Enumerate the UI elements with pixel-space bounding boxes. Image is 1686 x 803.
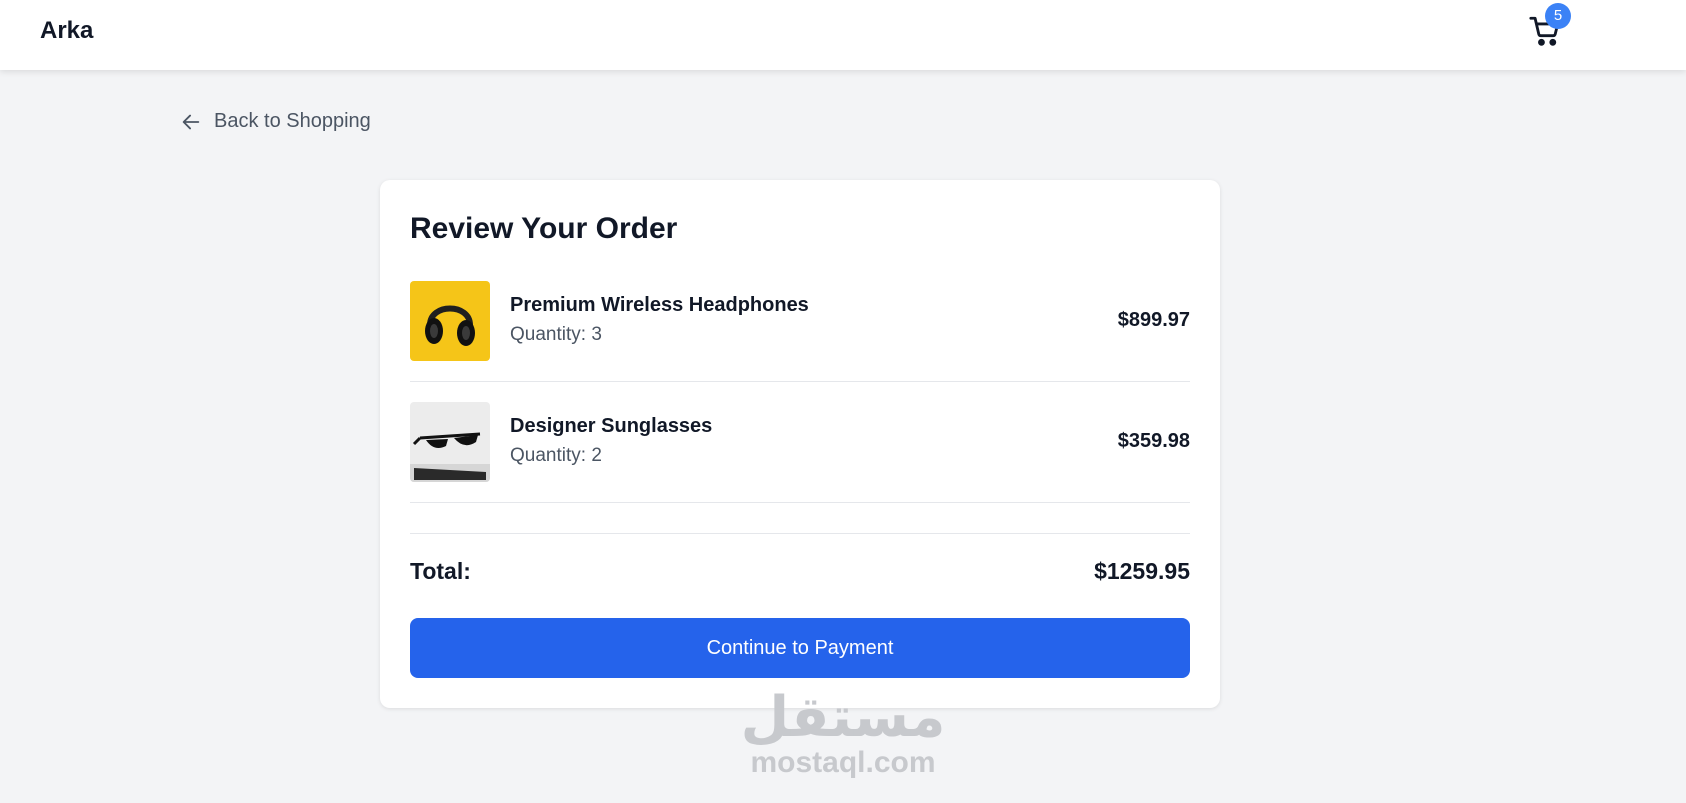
back-to-shopping-label: Back to Shopping: [214, 110, 371, 132]
item-price: $899.97: [1117, 309, 1190, 331]
order-item: Designer Sunglasses Quantity: 2 $359.98: [410, 381, 1190, 503]
headphones-image: [410, 281, 490, 361]
cart-count-badge: 5: [1545, 3, 1571, 29]
order-review-card: Review Your Order Premium Wireless Headp…: [380, 180, 1220, 708]
item-price: $359.98: [1117, 430, 1190, 452]
sunglasses-image: [410, 402, 490, 482]
item-name: Designer Sunglasses: [510, 415, 713, 437]
item-quantity: Quantity: 3: [510, 324, 602, 346]
brand-logo[interactable]: Arka: [40, 17, 93, 45]
watermark: مستقل mostaql.com: [730, 690, 956, 790]
item-name: Premium Wireless Headphones: [510, 294, 809, 316]
cart-button[interactable]: 5: [1528, 3, 1572, 50]
watermark-latin-text: mostaql.com: [750, 746, 936, 779]
watermark-arabic-text: مستقل: [740, 685, 946, 750]
quantity-label: Quantity:: [510, 445, 592, 466]
total-label: Total:: [410, 558, 471, 584]
total-divider: [410, 533, 1190, 534]
quantity-value: 3: [591, 324, 602, 345]
top-navbar: Arka 5: [0, 0, 1686, 70]
quantity-value: 2: [591, 445, 602, 466]
quantity-label: Quantity:: [510, 324, 592, 345]
item-quantity: Quantity: 2: [510, 445, 602, 467]
continue-to-payment-button[interactable]: Continue to Payment: [410, 618, 1190, 678]
page-title: Review Your Order: [410, 212, 678, 245]
order-item: Premium Wireless Headphones Quantity: 3 …: [410, 260, 1190, 382]
total-value: $1259.95: [1094, 558, 1190, 584]
back-to-shopping-link[interactable]: Back to Shopping: [180, 110, 371, 133]
arrow-left-icon: [182, 114, 200, 129]
